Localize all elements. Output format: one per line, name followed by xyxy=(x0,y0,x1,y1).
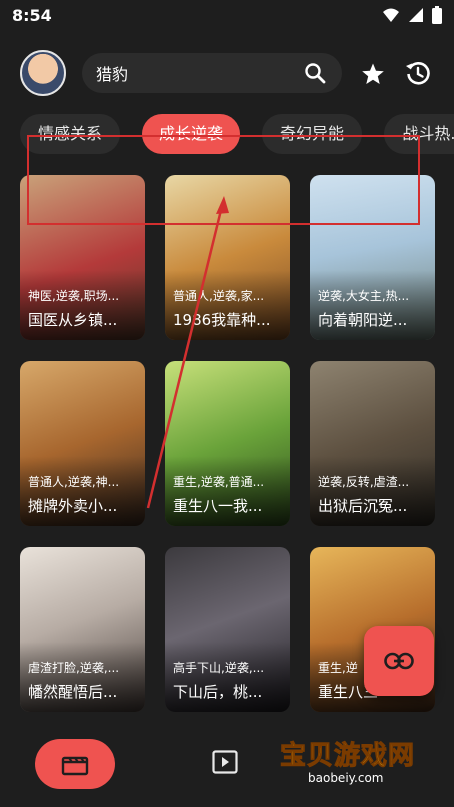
card-tags: 逆袭,反转,虐渣... xyxy=(318,475,410,489)
drama-card[interactable]: 神医,逆袭,职场... 国医从乡镇... xyxy=(20,175,145,340)
search-icon[interactable] xyxy=(304,62,326,84)
drama-card[interactable]: 重生,逆袭,普通... 重生八一我... xyxy=(165,361,290,526)
history-icon[interactable] xyxy=(404,60,432,88)
drama-card[interactable]: 普通人,逆袭,神... 摊牌外卖小... xyxy=(20,361,145,526)
tab-emotional-relations[interactable]: 情感关系 xyxy=(20,114,120,154)
card-tags: 高手下山,逆袭,... xyxy=(173,661,265,675)
status-time: 8:54 xyxy=(12,6,52,25)
card-title: 重生八一我... xyxy=(173,497,263,515)
card-tags: 逆袭,大女主,热... xyxy=(318,289,410,303)
card-title: 幡然醒悟后... xyxy=(28,683,118,701)
header xyxy=(0,44,454,104)
card-title: 摊牌外卖小... xyxy=(28,497,118,515)
status-bar: 8:54 xyxy=(0,0,454,32)
watermark-url: baobeiy.com xyxy=(308,771,384,785)
avatar[interactable] xyxy=(20,50,66,96)
signal-icon xyxy=(409,8,423,22)
card-title: 下山后，桃... xyxy=(173,683,263,701)
star-icon[interactable] xyxy=(360,62,386,86)
search-bar[interactable] xyxy=(82,53,342,93)
card-title: 向着朝阳逆... xyxy=(318,311,408,329)
drama-card[interactable]: 虐渣打脸,逆袭,... 幡然醒悟后... xyxy=(20,547,145,712)
drama-card[interactable]: 普通人,逆袭,家... 1986我靠种... xyxy=(165,175,290,340)
card-tags: 神医,逆袭,职场... xyxy=(28,289,120,303)
drama-card[interactable]: 逆袭,大女主,热... 向着朝阳逆... xyxy=(310,175,435,340)
link-icon xyxy=(384,652,414,670)
clapperboard-icon xyxy=(61,756,89,776)
status-icons xyxy=(382,6,442,24)
battery-icon xyxy=(432,6,442,24)
card-tags: 普通人,逆袭,家... xyxy=(173,289,265,303)
drama-card[interactable]: 逆袭,反转,虐渣... 出狱后沉冤... xyxy=(310,361,435,526)
category-tabs: 情感关系 成长逆袭 奇幻异能 战斗热... xyxy=(0,114,454,158)
watermark-text: 宝贝游戏网 xyxy=(279,741,416,772)
card-title: 国医从乡镇... xyxy=(28,311,118,329)
nav-drama-tab[interactable] xyxy=(35,739,115,789)
watermark-logo: 宝贝游戏网 baobeiy.com xyxy=(279,715,430,805)
drama-card[interactable]: 高手下山,逆袭,... 下山后，桃... xyxy=(165,547,290,712)
tab-growth-counterattack[interactable]: 成长逆袭 xyxy=(142,114,240,154)
card-title: 出狱后沉冤... xyxy=(318,497,408,515)
link-button[interactable] xyxy=(364,626,434,696)
tab-fantasy-abilities[interactable]: 奇幻异能 xyxy=(262,114,362,154)
card-tags: 虐渣打脸,逆袭,... xyxy=(28,661,120,675)
card-title: 1986我靠种... xyxy=(173,311,271,329)
card-tags: 普通人,逆袭,神... xyxy=(28,475,120,489)
search-input[interactable] xyxy=(82,62,298,84)
wifi-icon xyxy=(383,8,399,22)
play-icon[interactable] xyxy=(212,750,238,774)
card-tags: 重生,逆袭,普通... xyxy=(173,475,265,489)
tab-battle[interactable]: 战斗热... xyxy=(384,114,454,154)
